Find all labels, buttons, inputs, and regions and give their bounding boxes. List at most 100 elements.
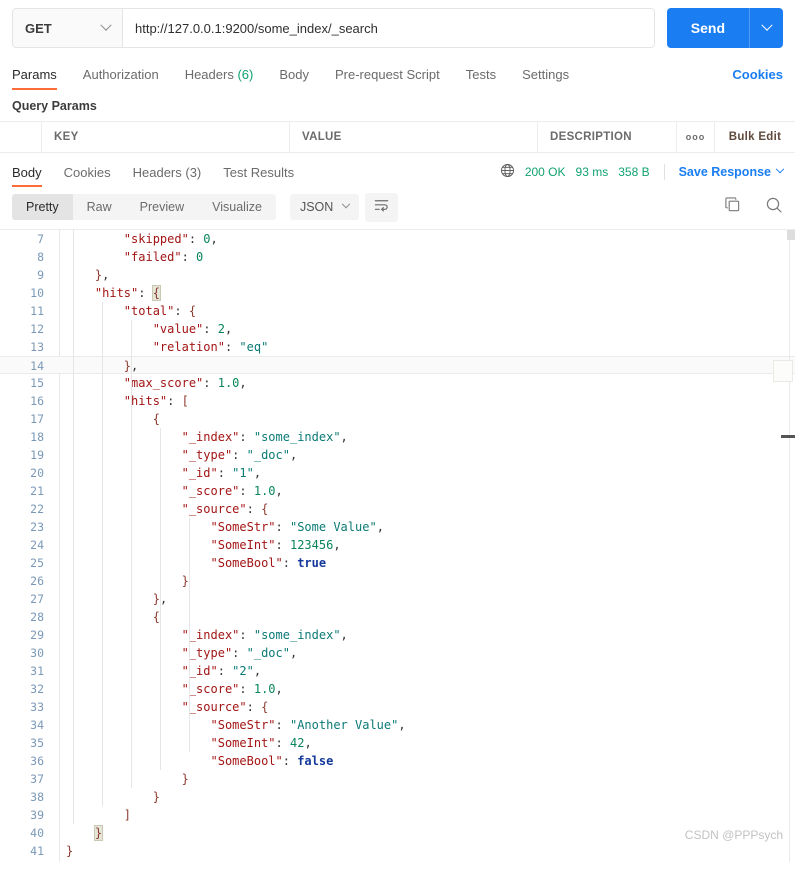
tab-authorization[interactable]: Authorization <box>83 67 159 90</box>
copy-button[interactable] <box>724 196 741 218</box>
token-p: , <box>376 520 384 534</box>
tab-tests[interactable]: Tests <box>466 67 496 90</box>
tab-label: Body <box>279 67 309 82</box>
vertical-scrollbar-track[interactable] <box>789 230 790 862</box>
send-options-button[interactable] <box>749 8 783 48</box>
http-method-select[interactable]: GET <box>13 9 123 47</box>
token-p: : <box>239 682 254 696</box>
response-tab-body[interactable]: Body <box>12 157 42 187</box>
token-p: : <box>232 646 247 660</box>
code-line: 36 "SomeBool": false <box>0 752 795 770</box>
code-line: 22 "_source": { <box>0 500 795 518</box>
bulk-edit-button[interactable]: Bulk Edit <box>715 122 795 152</box>
token-n: 42 <box>289 736 305 750</box>
scrollbar-corner <box>787 230 795 240</box>
token-br: } <box>181 772 189 786</box>
vertical-scrollbar-thumb[interactable] <box>781 435 795 438</box>
token-p: : <box>188 232 204 246</box>
code-line: 41} <box>0 842 795 860</box>
line-number: 12 <box>30 322 44 336</box>
token-k: "_id" <box>181 664 218 678</box>
tab-pre-request-script[interactable]: Pre-request Script <box>335 67 440 90</box>
view-mode-pretty[interactable]: Pretty <box>12 194 73 220</box>
token-br: { <box>152 412 160 426</box>
code-line-text: "SomeInt": 123456, <box>52 536 341 554</box>
line-number: 7 <box>37 232 44 246</box>
response-format-select[interactable]: JSON <box>289 194 360 220</box>
token-p: , <box>289 646 298 660</box>
send-button[interactable]: Send <box>666 8 749 48</box>
token-s: "Some Value" <box>289 520 377 534</box>
token-p: , <box>253 664 262 678</box>
response-tab-headers[interactable]: Headers (3) <box>133 157 202 187</box>
line-number: 37 <box>30 772 44 786</box>
code-line-text: "max_score": 1.0, <box>52 374 247 392</box>
token-br: ] <box>123 808 132 822</box>
cookies-link[interactable]: Cookies <box>732 67 783 90</box>
token-p: : <box>246 502 262 516</box>
tab-params[interactable]: Params <box>12 67 57 90</box>
line-number: 29 <box>30 628 44 642</box>
tab-label: Params <box>12 67 57 82</box>
token-k: "SomeStr" <box>210 718 276 732</box>
token-br: [ <box>181 394 189 408</box>
line-number: 17 <box>30 412 44 426</box>
save-response-button[interactable]: Save Response <box>679 164 785 179</box>
token-br: { <box>261 502 269 516</box>
token-k: "total" <box>123 304 175 318</box>
column-options-button[interactable]: ooo <box>677 122 715 152</box>
token-p: , <box>210 232 218 246</box>
response-body-code-viewer[interactable]: 7 "skipped": 0, 8 "failed": 09 }, 10 "hits… <box>0 229 795 862</box>
token-br: { <box>261 700 269 714</box>
token-p: : <box>203 376 218 390</box>
globe-icon <box>500 163 515 181</box>
response-time: 93 ms <box>575 165 609 179</box>
code-line: 31 "_id": "2", <box>0 662 795 680</box>
response-tab-cookies[interactable]: Cookies <box>64 157 111 187</box>
code-line: 9 }, <box>0 266 795 284</box>
tab-body[interactable]: Body <box>279 67 309 90</box>
wrap-lines-icon <box>374 198 389 217</box>
tab-settings[interactable]: Settings <box>522 67 569 90</box>
token-n: 1.0 <box>253 682 276 696</box>
code-line-text: }, <box>52 266 109 284</box>
line-number: 35 <box>30 736 44 750</box>
token-p: : <box>239 628 254 642</box>
wrap-lines-button[interactable] <box>365 192 399 222</box>
token-n: 1.0 <box>217 376 240 390</box>
tab-headers[interactable]: Headers (6) <box>185 67 254 90</box>
token-p: , <box>275 682 283 696</box>
response-view-toolbar: Pretty Raw Preview Visualize JSON <box>0 189 795 229</box>
token-p: , <box>159 592 168 606</box>
token-p: : <box>138 286 153 300</box>
view-mode-visualize[interactable]: Visualize <box>198 194 276 220</box>
line-number: 40 <box>30 826 44 840</box>
code-line: 17 { <box>0 410 795 428</box>
code-line: 15 "max_score": 1.0, <box>0 374 795 392</box>
line-number: 24 <box>30 538 44 552</box>
code-line: 28 { <box>0 608 795 626</box>
url-input[interactable]: http://127.0.0.1:9200/some_index/_search <box>123 9 654 47</box>
token-s: "some_index" <box>253 628 341 642</box>
http-method-label: GET <box>25 20 52 36</box>
code-line-text: "_type": "_doc", <box>52 446 298 464</box>
copy-icon <box>724 196 741 218</box>
view-mode-preview[interactable]: Preview <box>126 194 198 220</box>
code-line-text: "skipped": 0, <box>52 230 218 248</box>
response-actions <box>724 196 783 219</box>
line-number: 36 <box>30 754 44 768</box>
code-line: 29 "_index": "some_index", <box>0 626 795 644</box>
tab-label: Settings <box>522 67 570 82</box>
view-mode-raw[interactable]: Raw <box>73 194 126 220</box>
select-all-checkbox-cell[interactable] <box>0 122 42 152</box>
line-number: 14 <box>30 359 44 373</box>
code-lines: 7 "skipped": 0, 8 "failed": 09 }, 10 "hits… <box>0 230 795 860</box>
divider <box>663 164 665 180</box>
search-button[interactable] <box>765 196 783 219</box>
response-tab-test-results[interactable]: Test Results <box>223 157 294 187</box>
line-number: 38 <box>30 790 44 804</box>
tab-label: Headers <box>132 165 182 180</box>
token-k: "_type" <box>181 448 233 462</box>
token-br: { <box>188 304 197 318</box>
tab-label: Tests <box>465 67 497 82</box>
